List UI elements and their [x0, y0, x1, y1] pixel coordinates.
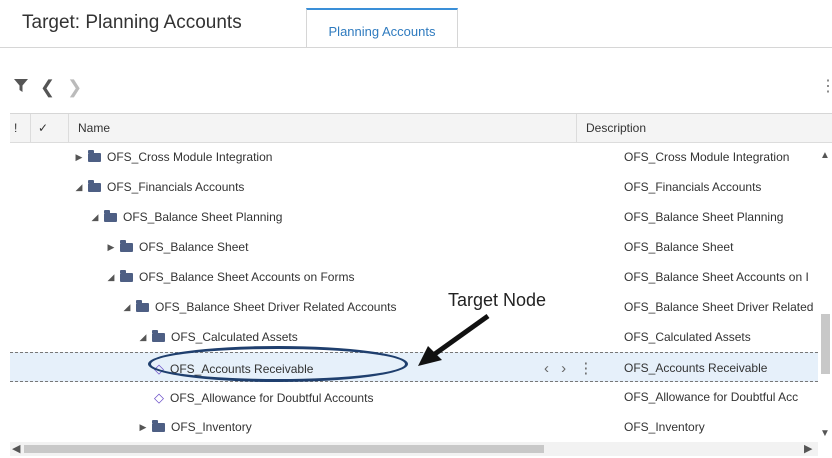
table-row[interactable]: ◇ OFS_Allowance for Doubtful Accounts OFS_…: [10, 382, 818, 412]
vertical-scrollbar[interactable]: ▲ ▼: [818, 142, 832, 442]
row-name-cell[interactable]: ▶ OFS_Cross Module Integration: [74, 149, 273, 164]
row-description-cell: OFS_Balance Sheet Accounts on I: [624, 270, 809, 284]
row-name-cell[interactable]: ◢ OFS_Financials Accounts: [74, 179, 245, 194]
collapse-icon[interactable]: ◢: [138, 332, 148, 343]
row-description-cell: OFS_Inventory: [624, 420, 705, 434]
flag-column-header[interactable]: !: [14, 121, 17, 135]
folder-icon: [152, 329, 165, 342]
row-name-cell[interactable]: ◢ OFS_Balance Sheet Planning: [90, 209, 283, 224]
vertical-scroll-thumb[interactable]: [821, 314, 830, 374]
row-name-label: OFS_Financials Accounts: [107, 180, 245, 194]
table-row[interactable]: ◢ OFS_Financials Accounts OFS_Financials A…: [10, 172, 818, 202]
folder-icon: [120, 239, 133, 252]
folder-icon: [88, 179, 101, 192]
column-divider: [576, 114, 577, 142]
table-row[interactable]: ▶ OFS_Inventory OFS_Inventory: [10, 412, 818, 442]
page-title: Target: Planning Accounts: [22, 12, 242, 33]
scroll-left-icon[interactable]: ◀: [12, 442, 20, 455]
folder-icon: [136, 299, 149, 312]
collapse-icon[interactable]: ◢: [122, 302, 132, 313]
folder-icon: [104, 209, 117, 222]
row-name-cell[interactable]: ◢ OFS_Balance Sheet Driver Related Accoun…: [122, 299, 397, 314]
expand-icon[interactable]: ▶: [106, 242, 116, 253]
expand-icon[interactable]: ▶: [138, 422, 148, 433]
expand-icon[interactable]: ▶: [74, 152, 84, 163]
row-description-cell: OFS_Financials Accounts: [624, 180, 762, 194]
chevron-right-icon[interactable]: ❯: [67, 77, 82, 98]
row-description-cell: OFS_Accounts Receivable: [624, 361, 768, 375]
row-name-label: OFS_Balance Sheet Accounts on Forms: [139, 270, 355, 284]
scroll-down-icon[interactable]: ▼: [820, 428, 830, 439]
collapse-icon[interactable]: ◢: [106, 272, 116, 283]
scroll-right-icon[interactable]: ▶: [804, 442, 812, 455]
row-name-label: OFS_Allowance for Doubtful Accounts: [170, 391, 374, 405]
row-name-label: OFS_Inventory: [171, 420, 252, 434]
collapse-icon[interactable]: ◢: [74, 182, 84, 193]
callout-arrow-icon: [418, 313, 490, 366]
column-divider: [30, 114, 31, 142]
collapse-icon[interactable]: ◢: [90, 212, 100, 223]
folder-icon: [88, 149, 101, 162]
table-row[interactable]: ▶ OFS_Balance Sheet OFS_Balance Sheet: [10, 232, 818, 262]
table-row[interactable]: ▶ OFS_Cross Module Integration OFS_Cross M…: [10, 142, 818, 172]
tab-planning-accounts[interactable]: Planning Accounts: [306, 8, 458, 48]
tab-divider: [0, 47, 832, 48]
kebab-icon[interactable]: ⋮: [820, 76, 832, 96]
target-node-highlight-ellipse: [148, 346, 408, 382]
description-column-header[interactable]: Description: [586, 121, 646, 135]
row-description-cell: OFS_Balance Sheet: [624, 240, 734, 254]
row-name-cell[interactable]: ▶ OFS_Balance Sheet: [106, 239, 249, 254]
member-grid: ! ✓ Name Description ▶ OFS_Cross Module I…: [10, 113, 832, 458]
row-description-cell: OFS_Balance Sheet Driver Related: [624, 300, 814, 314]
row-description-cell: OFS_Cross Module Integration: [624, 150, 790, 164]
member-icon: ◇: [154, 390, 164, 405]
row-name-label: OFS_Cross Module Integration: [107, 150, 273, 164]
horizontal-scroll-thumb[interactable]: [24, 445, 544, 453]
row-name-label: OFS_Calculated Assets: [171, 330, 298, 344]
check-column-header[interactable]: ✓: [38, 121, 48, 135]
name-column-header[interactable]: Name: [78, 121, 110, 135]
column-divider: [68, 114, 69, 142]
toolbar: ❮ ❯: [14, 76, 82, 98]
row-name-label: OFS_Balance Sheet Planning: [123, 210, 283, 224]
row-name-cell[interactable]: ◇ OFS_Allowance for Doubtful Accounts: [154, 390, 373, 406]
folder-icon: [152, 419, 165, 432]
row-name-cell[interactable]: ◢ OFS_Calculated Assets: [138, 329, 298, 344]
horizontal-scrollbar[interactable]: ◀ ▶: [10, 442, 818, 456]
row-name-label: OFS_Balance Sheet Driver Related Account…: [155, 300, 397, 314]
target-node-callout: Target Node: [448, 290, 547, 310]
row-name-cell[interactable]: ◢ OFS_Balance Sheet Accounts on Forms: [106, 269, 355, 284]
table-row[interactable]: ◢ OFS_Balance Sheet Planning OFS_Balance S…: [10, 202, 818, 232]
filter-icon[interactable]: [14, 77, 28, 98]
table-row[interactable]: ◢ OFS_Balance Sheet Accounts on Forms OFS_…: [10, 262, 818, 292]
row-actions[interactable]: ‹ › ⋮: [544, 359, 597, 377]
row-description-cell: OFS_Calculated Assets: [624, 330, 751, 344]
row-name-cell[interactable]: ▶ OFS_Inventory: [138, 419, 252, 434]
grid-header: ! ✓ Name Description: [10, 114, 832, 143]
scroll-up-icon[interactable]: ▲: [820, 150, 830, 161]
folder-icon: [120, 269, 133, 282]
row-description-cell: OFS_Balance Sheet Planning: [624, 210, 784, 224]
chevron-left-icon[interactable]: ❮: [40, 77, 55, 98]
row-description-cell: OFS_Allowance for Doubtful Acc: [624, 390, 799, 404]
row-name-label: OFS_Balance Sheet: [139, 240, 249, 254]
